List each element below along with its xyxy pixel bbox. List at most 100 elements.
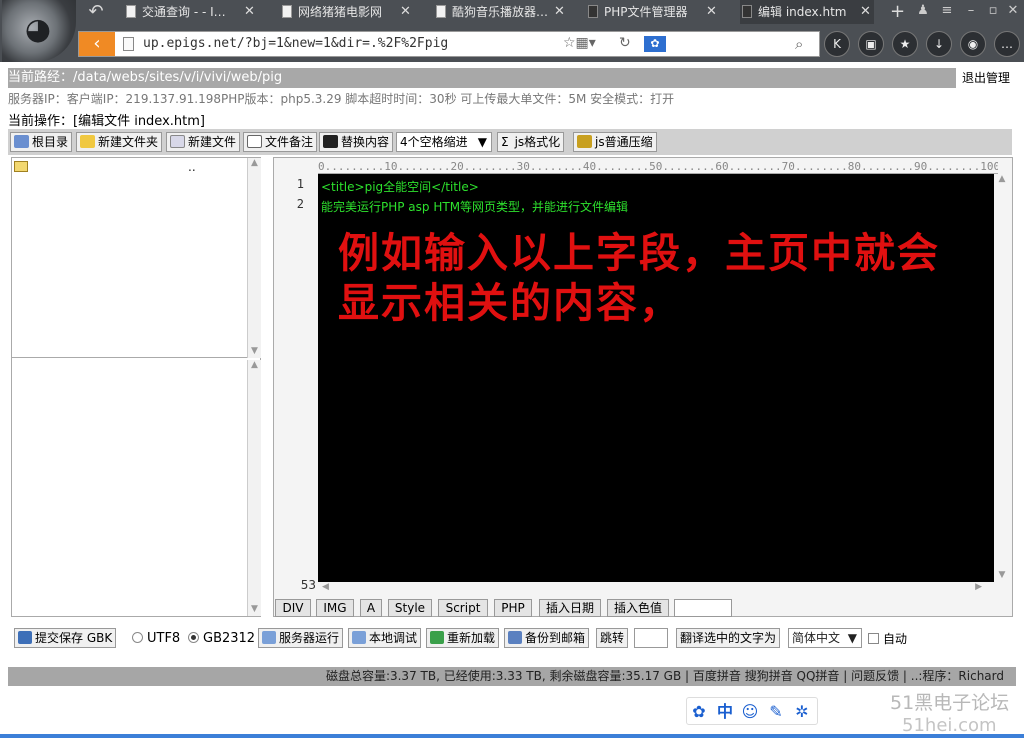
root-dir-button[interactable]: 根目录: [10, 132, 73, 152]
code-line[interactable]: 能完美运行PHP asp HTM等网页类型，并能进行文件编辑: [321, 198, 628, 215]
tab-php-file-manager[interactable]: PHP文件管理器 ✕: [588, 0, 720, 24]
more-icon[interactable]: …: [994, 31, 1020, 57]
checkbox-icon: [868, 633, 879, 644]
insert-php-button[interactable]: PHP: [494, 599, 532, 617]
button-label: js普通压缩: [595, 135, 653, 149]
close-icon[interactable]: ✕: [860, 0, 874, 24]
button-label: 文件备注: [265, 135, 314, 149]
backup-mail-button[interactable]: 备份到邮箱: [504, 628, 590, 648]
utf8-radio[interactable]: UTF8: [132, 631, 180, 646]
smiley-icon[interactable]: ☺: [740, 702, 760, 722]
back-button[interactable]: ‹: [79, 32, 115, 56]
jump-button[interactable]: 跳转: [596, 628, 629, 648]
column-ruler: 0.........10........20........30........…: [318, 160, 998, 174]
radio-label: GB2312: [203, 631, 256, 646]
save-icon: [18, 631, 32, 644]
tab-edit-index[interactable]: 编辑 index.htm ✕: [740, 0, 874, 24]
replace-button[interactable]: 替换内容: [319, 132, 394, 152]
watermark-title: 51黑电子论坛: [890, 692, 1010, 714]
paw-icon[interactable]: ✿: [644, 36, 666, 52]
language-select[interactable]: 简体中文 ▼: [788, 628, 862, 648]
back-arrow-icon[interactable]: ↶: [86, 2, 106, 22]
button-label: 备份到邮箱: [525, 631, 586, 645]
k-icon[interactable]: K: [824, 31, 850, 57]
note-icon: [247, 135, 262, 148]
tab-movie-site[interactable]: 网络猪猪电影网 ✕: [282, 0, 414, 24]
pen-icon[interactable]: ✎: [766, 702, 786, 722]
restore-icon[interactable]: ▫: [982, 0, 1004, 22]
server-run-button[interactable]: 服务器运行: [258, 628, 344, 648]
editor-vertical-scrollbar[interactable]: ▲ ▼: [994, 174, 1010, 582]
insert-date-button[interactable]: 插入日期: [539, 599, 601, 617]
star-icon[interactable]: ★: [892, 31, 918, 57]
auto-checkbox[interactable]: 自动: [868, 630, 907, 647]
gb2312-radio[interactable]: GB2312: [188, 631, 255, 646]
new-file-button[interactable]: 新建文件: [166, 132, 241, 152]
tab-traffic-query[interactable]: 交通查询 - - I… ✕: [126, 0, 258, 24]
js-compress-button[interactable]: js普通压缩: [573, 132, 657, 152]
magnifier-icon: [352, 631, 366, 644]
close-icon[interactable]: ✕: [400, 0, 414, 24]
ime-mode[interactable]: 中: [715, 702, 735, 722]
code-textarea[interactable]: <title>pig全能空间</title> 能完美运行PHP asp HTM等…: [318, 174, 994, 582]
folder-up-icon[interactable]: [14, 161, 28, 172]
last-line-number: 53: [300, 578, 316, 592]
star-icon[interactable]: ☆▦▾: [563, 35, 596, 51]
terminal-icon: [323, 135, 338, 148]
color-value-input[interactable]: [674, 599, 732, 617]
current-path: 当前路经：/data/webs/sites/v/i/vivi/web/pig: [8, 68, 1016, 88]
file-list: ..: [12, 158, 248, 358]
sigma-icon: Σ: [501, 135, 509, 149]
js-format-button[interactable]: Σjs格式化: [497, 132, 565, 152]
taskbar-edge: [0, 734, 1024, 738]
magnifier-icon: [262, 631, 276, 644]
parent-dir-link[interactable]: ..: [188, 160, 196, 174]
translate-button[interactable]: 翻译选中的文字为: [676, 628, 781, 648]
close-icon[interactable]: ✕: [706, 0, 720, 24]
file-info-scrollbar[interactable]: ▲ ▼: [247, 360, 261, 616]
file-note-button[interactable]: 文件备注: [243, 132, 318, 152]
dropdown-arrow-icon: ▼: [477, 135, 487, 149]
lock-icon[interactable]: ▣: [858, 31, 884, 57]
minimize-icon[interactable]: –: [960, 0, 982, 22]
close-window-icon[interactable]: ✕: [1002, 0, 1024, 22]
close-icon[interactable]: ✕: [554, 0, 568, 24]
button-label: 本地调试: [369, 631, 418, 645]
url-text[interactable]: up.epigs.net/?bj=1&new=1&dir=.%2F%2Fpig: [143, 36, 448, 51]
close-icon[interactable]: ✕: [244, 0, 258, 24]
insert-style-button[interactable]: Style: [388, 599, 432, 617]
gear-icon[interactable]: ✲: [792, 702, 812, 722]
jump-line-input[interactable]: [634, 628, 668, 648]
insert-div-button[interactable]: DIV: [275, 599, 311, 617]
reload-icon[interactable]: ↻: [619, 35, 631, 51]
search-icon[interactable]: ⌕: [795, 35, 803, 53]
gamepad-icon[interactable]: ◉: [960, 31, 986, 57]
insert-img-button[interactable]: IMG: [316, 599, 354, 617]
insert-bar: DIV IMG A Style Script PHP 插入日期 插入色值: [274, 598, 1014, 618]
paw-icon[interactable]: ✿: [689, 702, 709, 722]
shirt-icon[interactable]: ♟: [912, 0, 934, 22]
new-tab-button[interactable]: +: [890, 0, 906, 24]
insert-script-button[interactable]: Script: [438, 599, 488, 617]
file-icon: [170, 135, 185, 148]
indent-select[interactable]: 4个空格缩进 ▼: [396, 132, 492, 152]
code-line[interactable]: <title>pig全能空间</title>: [321, 178, 479, 195]
menu-icon[interactable]: ≡: [936, 0, 958, 22]
search-input[interactable]: [671, 34, 791, 54]
logout-button[interactable]: 退出管理: [956, 68, 1016, 88]
mail-icon: [508, 631, 522, 644]
local-debug-button[interactable]: 本地调试: [348, 628, 422, 648]
tab-music-player[interactable]: 酷狗音乐播放器… ✕: [436, 0, 568, 24]
file-list-scrollbar[interactable]: ▲ ▼: [247, 158, 261, 358]
new-folder-button[interactable]: 新建文件夹: [76, 132, 163, 152]
editor-horizontal-scrollbar[interactable]: ◀ ▶: [318, 582, 998, 596]
insert-color-button[interactable]: 插入色值: [607, 599, 669, 617]
download-icon[interactable]: ↓: [926, 31, 952, 57]
watermark-domain: 51hei.com: [902, 715, 997, 736]
button-label: 替换内容: [341, 135, 390, 149]
browser-logo: ◕: [2, 0, 76, 62]
checkbox-label: 自动: [883, 632, 908, 646]
insert-a-button[interactable]: A: [360, 599, 382, 617]
save-gbk-button[interactable]: 提交保存 GBK: [14, 628, 117, 648]
reload-button[interactable]: 重新加载: [426, 628, 500, 648]
